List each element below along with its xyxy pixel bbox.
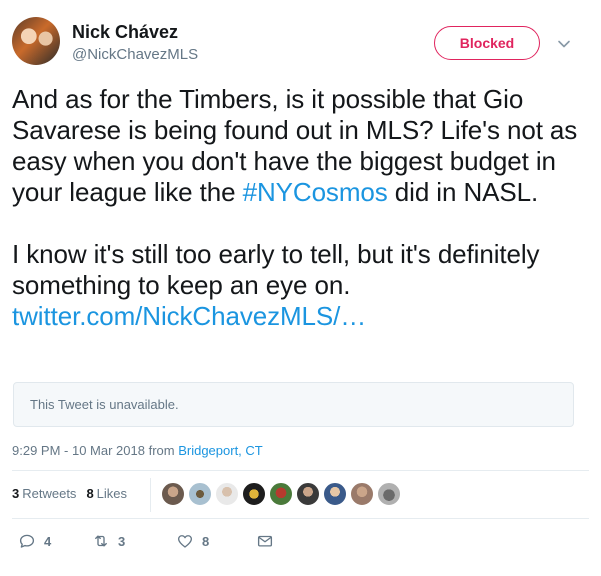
retweet-icon: [95, 535, 107, 547]
liker-avatar[interactable]: [377, 482, 401, 506]
like-count: 8: [202, 533, 210, 549]
quoted-tweet-unavailable: This Tweet is unavailable.: [13, 382, 574, 427]
liker-avatar[interactable]: [350, 482, 374, 506]
liker-avatar[interactable]: [269, 482, 293, 506]
tweet-text: And as for the Timbers, is it possible t…: [12, 84, 587, 332]
tweet-link[interactable]: twitter.com/NickChavezMLS/…: [12, 301, 366, 331]
likes-label: Likes: [96, 486, 128, 501]
location-link[interactable]: Bridgeport, CT: [178, 443, 263, 458]
retweets-count: 3: [12, 486, 20, 501]
retweet-button[interactable]: 3: [92, 530, 125, 552]
stats-separator: [150, 478, 151, 512]
reply-count: 4: [44, 533, 52, 549]
chevron-down-icon[interactable]: [556, 36, 572, 52]
avatar[interactable]: [12, 17, 60, 65]
likes-stat[interactable]: 8 Likes: [86, 486, 127, 501]
timestamp[interactable]: 9:29 PM - 10 Mar 2018: [12, 443, 145, 458]
retweets-stat[interactable]: 3 Retweets: [12, 486, 76, 501]
heart-icon: [177, 535, 193, 548]
hashtag-link[interactable]: #NYCosmos: [243, 177, 388, 207]
liker-avatar[interactable]: [296, 482, 320, 506]
like-button[interactable]: 8: [176, 530, 209, 552]
liker-avatar[interactable]: [323, 482, 347, 506]
tweet-metadata: 9:29 PM - 10 Mar 2018 from Bridgeport, C…: [12, 443, 263, 458]
from-label: from: [144, 443, 179, 458]
liker-avatar[interactable]: [215, 482, 239, 506]
liker-avatar[interactable]: [188, 482, 212, 506]
tweet-paragraph-1: And as for the Timbers, is it possible t…: [12, 84, 587, 208]
retweet-count: 3: [118, 533, 126, 549]
reply-button[interactable]: 4: [18, 530, 51, 552]
reply-icon: [19, 534, 35, 548]
tweet-text-part: I know it's still too early to tell, but…: [12, 239, 540, 300]
envelope-icon: [257, 535, 273, 547]
blocked-button[interactable]: Blocked: [434, 26, 540, 60]
liker-avatar[interactable]: [161, 482, 185, 506]
divider: [12, 518, 589, 519]
tweet-paragraph-2: I know it's still too early to tell, but…: [12, 239, 587, 332]
quote-message: This Tweet is unavailable.: [30, 397, 179, 412]
direct-message-button[interactable]: [256, 530, 274, 552]
user-name[interactable]: Nick Chávez: [72, 22, 178, 43]
retweets-label: Retweets: [22, 486, 77, 501]
likes-count: 8: [86, 486, 94, 501]
user-handle[interactable]: @NickChavezMLS: [72, 46, 198, 63]
liker-avatars: [161, 482, 404, 506]
tweet-text-part: did in NASL.: [387, 177, 539, 207]
engagement-stats: 3 Retweets 8 Likes: [12, 486, 127, 501]
divider: [12, 470, 589, 471]
liker-avatar[interactable]: [242, 482, 266, 506]
